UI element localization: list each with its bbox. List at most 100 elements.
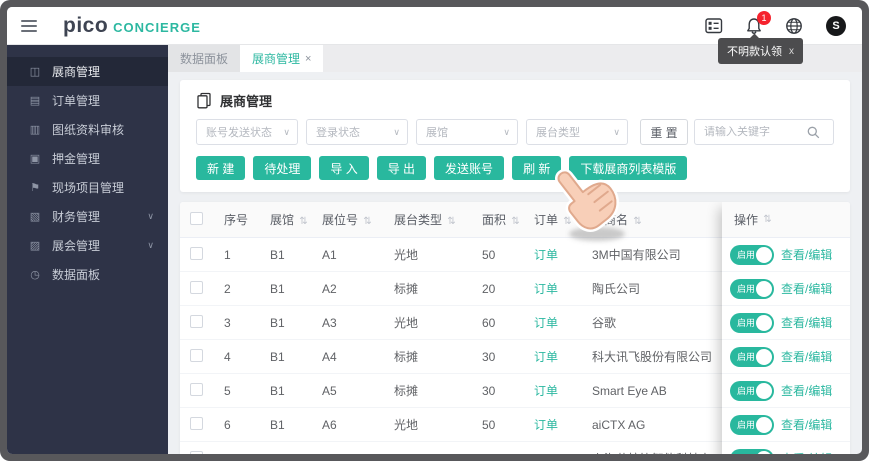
view-edit-link[interactable]: 查看/编辑 bbox=[781, 382, 832, 399]
chevron-down-icon: ∨ bbox=[503, 126, 510, 137]
order-link[interactable]: 订单 bbox=[534, 384, 558, 398]
view-edit-link[interactable]: 查看/编辑 bbox=[781, 314, 832, 331]
new-button[interactable]: 新 建 bbox=[196, 156, 246, 180]
row-checkbox[interactable] bbox=[190, 246, 203, 260]
export-button[interactable]: 导 出 bbox=[376, 156, 427, 180]
cell-exhibitor-name: 科大讯飞股份有限公司 bbox=[592, 350, 713, 364]
sort-icon[interactable]: ⇅ bbox=[299, 216, 307, 227]
language-globe-icon[interactable] bbox=[785, 17, 803, 35]
cell-hall: B1 bbox=[270, 383, 285, 398]
sort-icon[interactable]: ⇅ bbox=[763, 214, 771, 225]
enable-toggle[interactable]: 启用 bbox=[730, 312, 774, 333]
tooltip-close-icon[interactable]: x bbox=[789, 46, 794, 57]
claim-tooltip-text: 不明款认领 bbox=[727, 46, 782, 58]
row-checkbox[interactable] bbox=[190, 382, 203, 396]
sort-icon[interactable]: ⇅ bbox=[633, 216, 641, 227]
main-area: 数据面板 展商管理 × 展商管理 账号发送状态 ∨ 登录状态 ∨ 展馆 ∨ 展台… bbox=[168, 45, 862, 454]
order-link[interactable]: 订单 bbox=[534, 316, 558, 330]
order-link[interactable]: 订单 bbox=[534, 418, 558, 432]
operation-cell: 启用 查看/编辑 bbox=[722, 306, 850, 340]
filter-booth-type[interactable]: 展台类型 ∨ bbox=[526, 119, 628, 145]
enable-toggle[interactable]: 启用 bbox=[730, 244, 774, 265]
col-header-booth[interactable]: 展位号 ⇅ bbox=[322, 211, 394, 228]
cell-exhibitor-name: 谷歌 bbox=[592, 316, 617, 330]
filter-row: 账号发送状态 ∨ 登录状态 ∨ 展馆 ∨ 展台类型 ∨ 重 置 bbox=[196, 119, 834, 145]
sidebar-item-label: 展会管理 bbox=[52, 239, 101, 253]
view-edit-link[interactable]: 查看/编辑 bbox=[781, 416, 832, 433]
import-button[interactable]: 导 入 bbox=[319, 156, 369, 180]
sidebar-item-finance-management[interactable]: ▧ 财务管理 ∨ bbox=[7, 202, 168, 231]
avatar-initial: S bbox=[826, 16, 846, 36]
row-checkbox[interactable] bbox=[190, 416, 203, 430]
cell-exhibitor-name: Smart Eye AB bbox=[592, 383, 667, 398]
filter-login-status[interactable]: 登录状态 ∨ bbox=[306, 119, 408, 145]
col-header-area[interactable]: 面积 ⇅ bbox=[482, 211, 534, 228]
sidebar-item-label: 押金管理 bbox=[52, 152, 101, 166]
cell-no: 6 bbox=[224, 417, 231, 432]
sort-icon[interactable]: ⇅ bbox=[511, 216, 519, 227]
toggle-knob bbox=[756, 280, 772, 297]
enable-toggle[interactable]: 启用 bbox=[730, 448, 774, 454]
sidebar-item-exhibitor-management[interactable]: ◫ 展商管理 bbox=[7, 57, 168, 86]
enable-toggle[interactable]: 启用 bbox=[730, 346, 774, 367]
row-checkbox[interactable] bbox=[190, 280, 203, 294]
order-link[interactable]: 订单 bbox=[534, 248, 558, 262]
pending-button[interactable]: 待处理 bbox=[253, 156, 312, 180]
claim-list-icon[interactable] bbox=[705, 18, 723, 34]
cell-exhibitor-name: aiCTX AG bbox=[592, 417, 646, 432]
search-icon[interactable] bbox=[807, 126, 820, 139]
search-input[interactable] bbox=[695, 126, 807, 138]
row-checkbox[interactable] bbox=[190, 314, 203, 328]
operation-cell: 启用 查看/编辑 bbox=[722, 340, 850, 374]
enable-toggle[interactable]: 启用 bbox=[730, 380, 774, 401]
download-template-button[interactable]: 下载展商列表模版 bbox=[569, 156, 688, 180]
tab-exhibitor-management[interactable]: 展商管理 × bbox=[240, 45, 324, 72]
col-header-hall[interactable]: 展馆 ⇅ bbox=[270, 211, 322, 228]
window-frame: pico CONCIERGE 1 S 不明款认领 x ◫ 展商管理 ▤ 订单管理… bbox=[0, 0, 869, 461]
select-placeholder: 登录状态 bbox=[316, 127, 360, 139]
select-placeholder: 展台类型 bbox=[536, 127, 580, 139]
keyword-search bbox=[694, 119, 834, 145]
chevron-down-icon: ∨ bbox=[393, 126, 400, 137]
sidebar-item-drawing-review[interactable]: ▥ 图纸资料审核 bbox=[7, 115, 168, 144]
user-avatar[interactable]: S bbox=[826, 16, 846, 36]
col-header-name[interactable]: 展商名 ⇅ bbox=[592, 211, 722, 228]
cell-hall: B1 bbox=[270, 247, 285, 262]
send-account-button[interactable]: 发送账号 bbox=[434, 156, 505, 180]
col-header-operation[interactable]: 操作 ⇅ bbox=[722, 202, 850, 238]
sidebar-item-onsite-project-management[interactable]: ⚑ 现场项目管理 bbox=[7, 173, 168, 202]
order-link[interactable]: 订单 bbox=[534, 350, 558, 364]
select-all-checkbox[interactable] bbox=[190, 211, 203, 225]
menu-toggle-icon[interactable] bbox=[21, 17, 37, 35]
sidebar-item-data-dashboard[interactable]: ◷ 数据面板 bbox=[7, 260, 168, 289]
col-header-order[interactable]: 订单 ⇅ bbox=[534, 211, 592, 228]
view-edit-link[interactable]: 查看/编辑 bbox=[781, 280, 832, 297]
drawing-review-icon: ▥ bbox=[29, 124, 41, 136]
tab-data-dashboard[interactable]: 数据面板 bbox=[168, 45, 241, 72]
order-link[interactable]: 订单 bbox=[534, 282, 558, 296]
enable-toggle[interactable]: 启用 bbox=[730, 414, 774, 435]
sidebar-item-order-management[interactable]: ▤ 订单管理 bbox=[7, 86, 168, 115]
sort-icon[interactable]: ⇅ bbox=[447, 216, 455, 227]
sidebar-item-deposit-management[interactable]: ▣ 押金管理 bbox=[7, 144, 168, 173]
cell-hall: B1 bbox=[270, 417, 285, 432]
operation-cell: 启用 查看/编辑 bbox=[722, 408, 850, 442]
col-header-type[interactable]: 展台类型 ⇅ bbox=[394, 211, 482, 228]
sort-icon[interactable]: ⇅ bbox=[563, 216, 571, 227]
row-checkbox[interactable] bbox=[190, 450, 203, 454]
sort-icon[interactable]: ⇅ bbox=[363, 216, 371, 227]
row-checkbox[interactable] bbox=[190, 348, 203, 362]
view-edit-link[interactable]: 查看/编辑 bbox=[781, 348, 832, 365]
operation-cell: 启用 查看/编辑 bbox=[722, 374, 850, 408]
view-edit-link[interactable]: 查看/编辑 bbox=[781, 246, 832, 263]
reset-button[interactable]: 重 置 bbox=[640, 119, 688, 145]
tab-close-icon[interactable]: × bbox=[305, 53, 311, 65]
sidebar-item-exhibition-management[interactable]: ▨ 展会管理 ∨ bbox=[7, 231, 168, 260]
operation-column: 操作 ⇅ 启用 查看/编辑 启用 查看/编辑 启用 查看/编辑 启用 查看/编辑 bbox=[722, 202, 850, 454]
enable-toggle[interactable]: 启用 bbox=[730, 278, 774, 299]
view-edit-link[interactable]: 查看/编辑 bbox=[781, 450, 832, 454]
filter-hall[interactable]: 展馆 ∨ bbox=[416, 119, 518, 145]
cell-hall: B1 bbox=[270, 349, 285, 364]
refresh-button[interactable]: 刷 新 bbox=[512, 156, 562, 180]
filter-account-send-status[interactable]: 账号发送状态 ∨ bbox=[196, 119, 298, 145]
